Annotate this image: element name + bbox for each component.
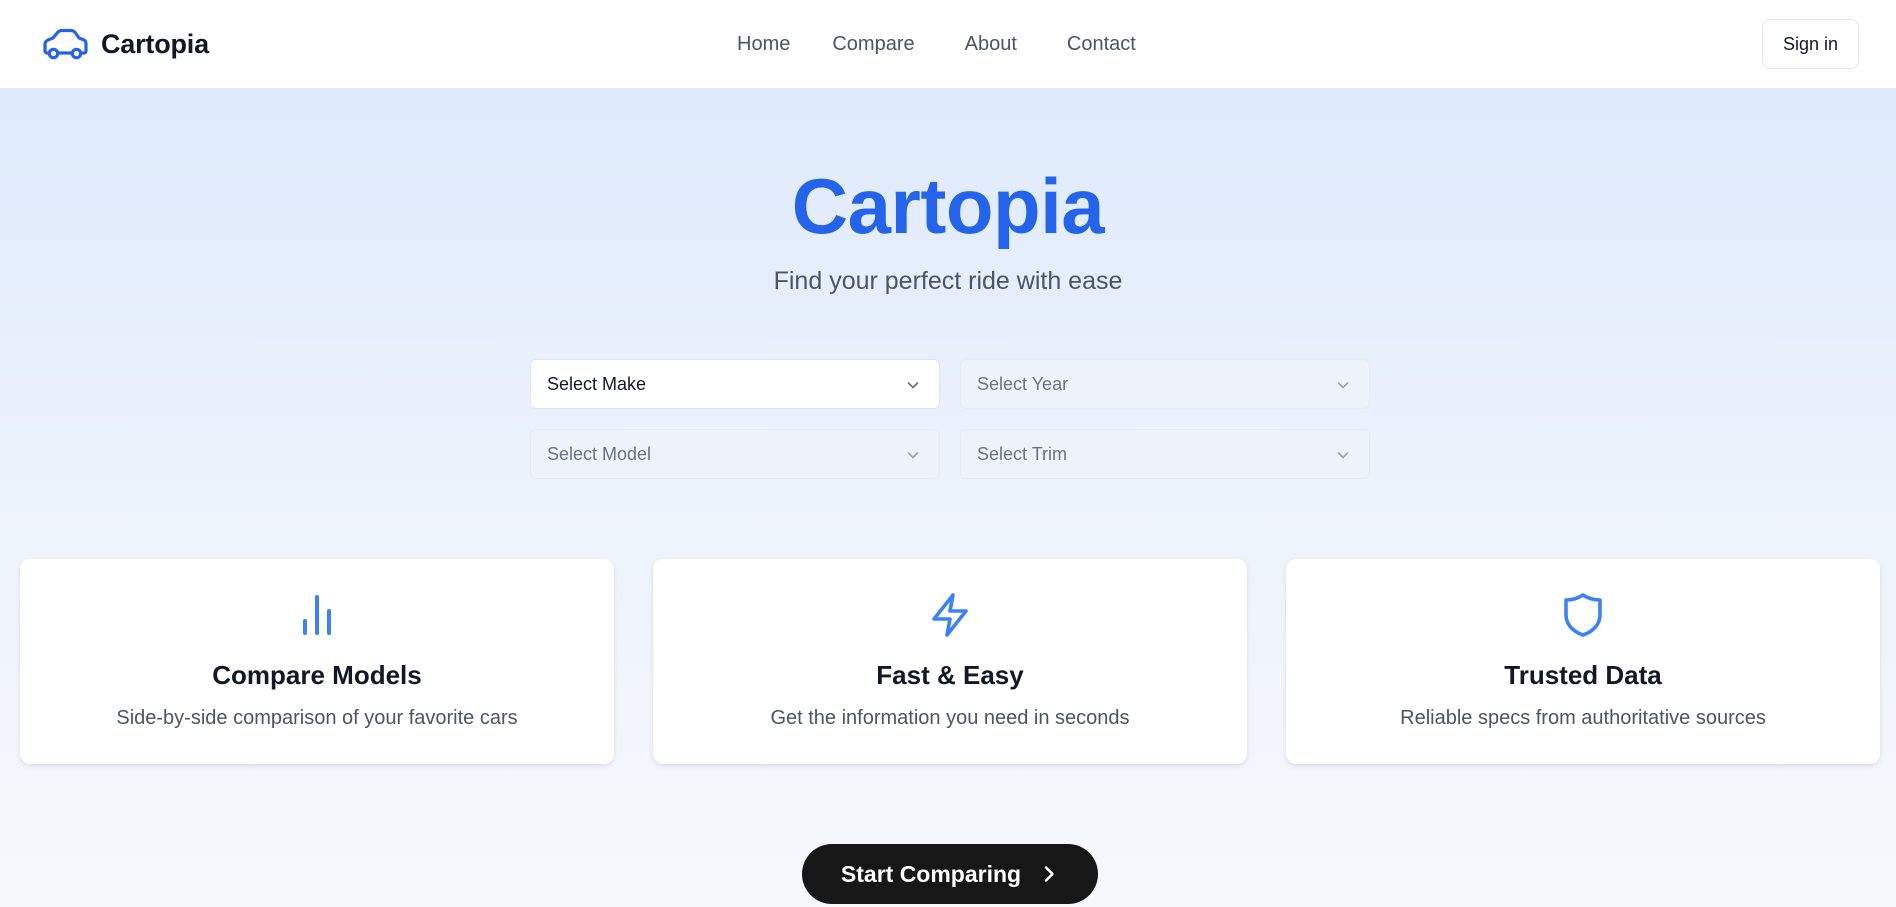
feature-card-fast: Fast & Easy Get the information you need… [653,559,1247,764]
start-comparing-button[interactable]: Start Comparing [802,844,1098,904]
car-icon [43,28,88,60]
make-select[interactable]: Select Make [530,359,940,409]
start-comparing-label: Start Comparing [840,860,1022,887]
nav-about[interactable]: About [965,30,1017,58]
feature-title: Trusted Data [1504,660,1662,690]
chevron-down-icon [907,452,919,459]
year-select-value: Select Year [977,373,1069,394]
chevron-down-icon [1337,382,1349,389]
brand-logo[interactable]: Cartopia [41,26,209,62]
model-select-value: Select Model [547,443,652,464]
feature-description: Side-by-side comparison of your favorite… [116,707,518,729]
feature-card-trusted: Trusted Data Reliable specs from authori… [1286,559,1880,764]
feature-title: Compare Models [212,660,422,690]
shield-icon [1564,593,1602,637]
lightning-bolt-icon [932,593,968,637]
nav-compare[interactable]: Compare [832,30,914,58]
feature-card-compare: Compare Models Side-by-side comparison o… [20,559,614,764]
make-select-value: Select Make [547,373,647,394]
brand-name: Cartopia [101,28,209,59]
nav-home[interactable]: Home [737,30,790,58]
sign-in-button[interactable]: Sign in [1762,19,1859,69]
chevron-right-icon [1044,866,1054,882]
top-header: Cartopia Home Compare About Contact Sign… [0,0,1896,89]
feature-description: Reliable specs from authoritative source… [1400,707,1766,729]
chevron-down-icon [1337,452,1349,459]
feature-title: Fast & Easy [876,660,1024,690]
trim-select[interactable]: Select Trim [960,429,1370,479]
hero-title: Cartopia [791,162,1105,250]
hero-subtitle: Find your perfect ride with ease [773,267,1123,295]
main-nav: Home Compare About Contact [737,30,1136,58]
trim-select-value: Select Trim [977,443,1068,464]
year-select[interactable]: Select Year [960,359,1370,409]
model-select[interactable]: Select Model [530,429,940,479]
nav-contact[interactable]: Contact [1067,30,1136,58]
feature-description: Get the information you need in seconds [770,707,1130,729]
bar-chart-icon [303,595,331,635]
chevron-down-icon [907,382,919,389]
